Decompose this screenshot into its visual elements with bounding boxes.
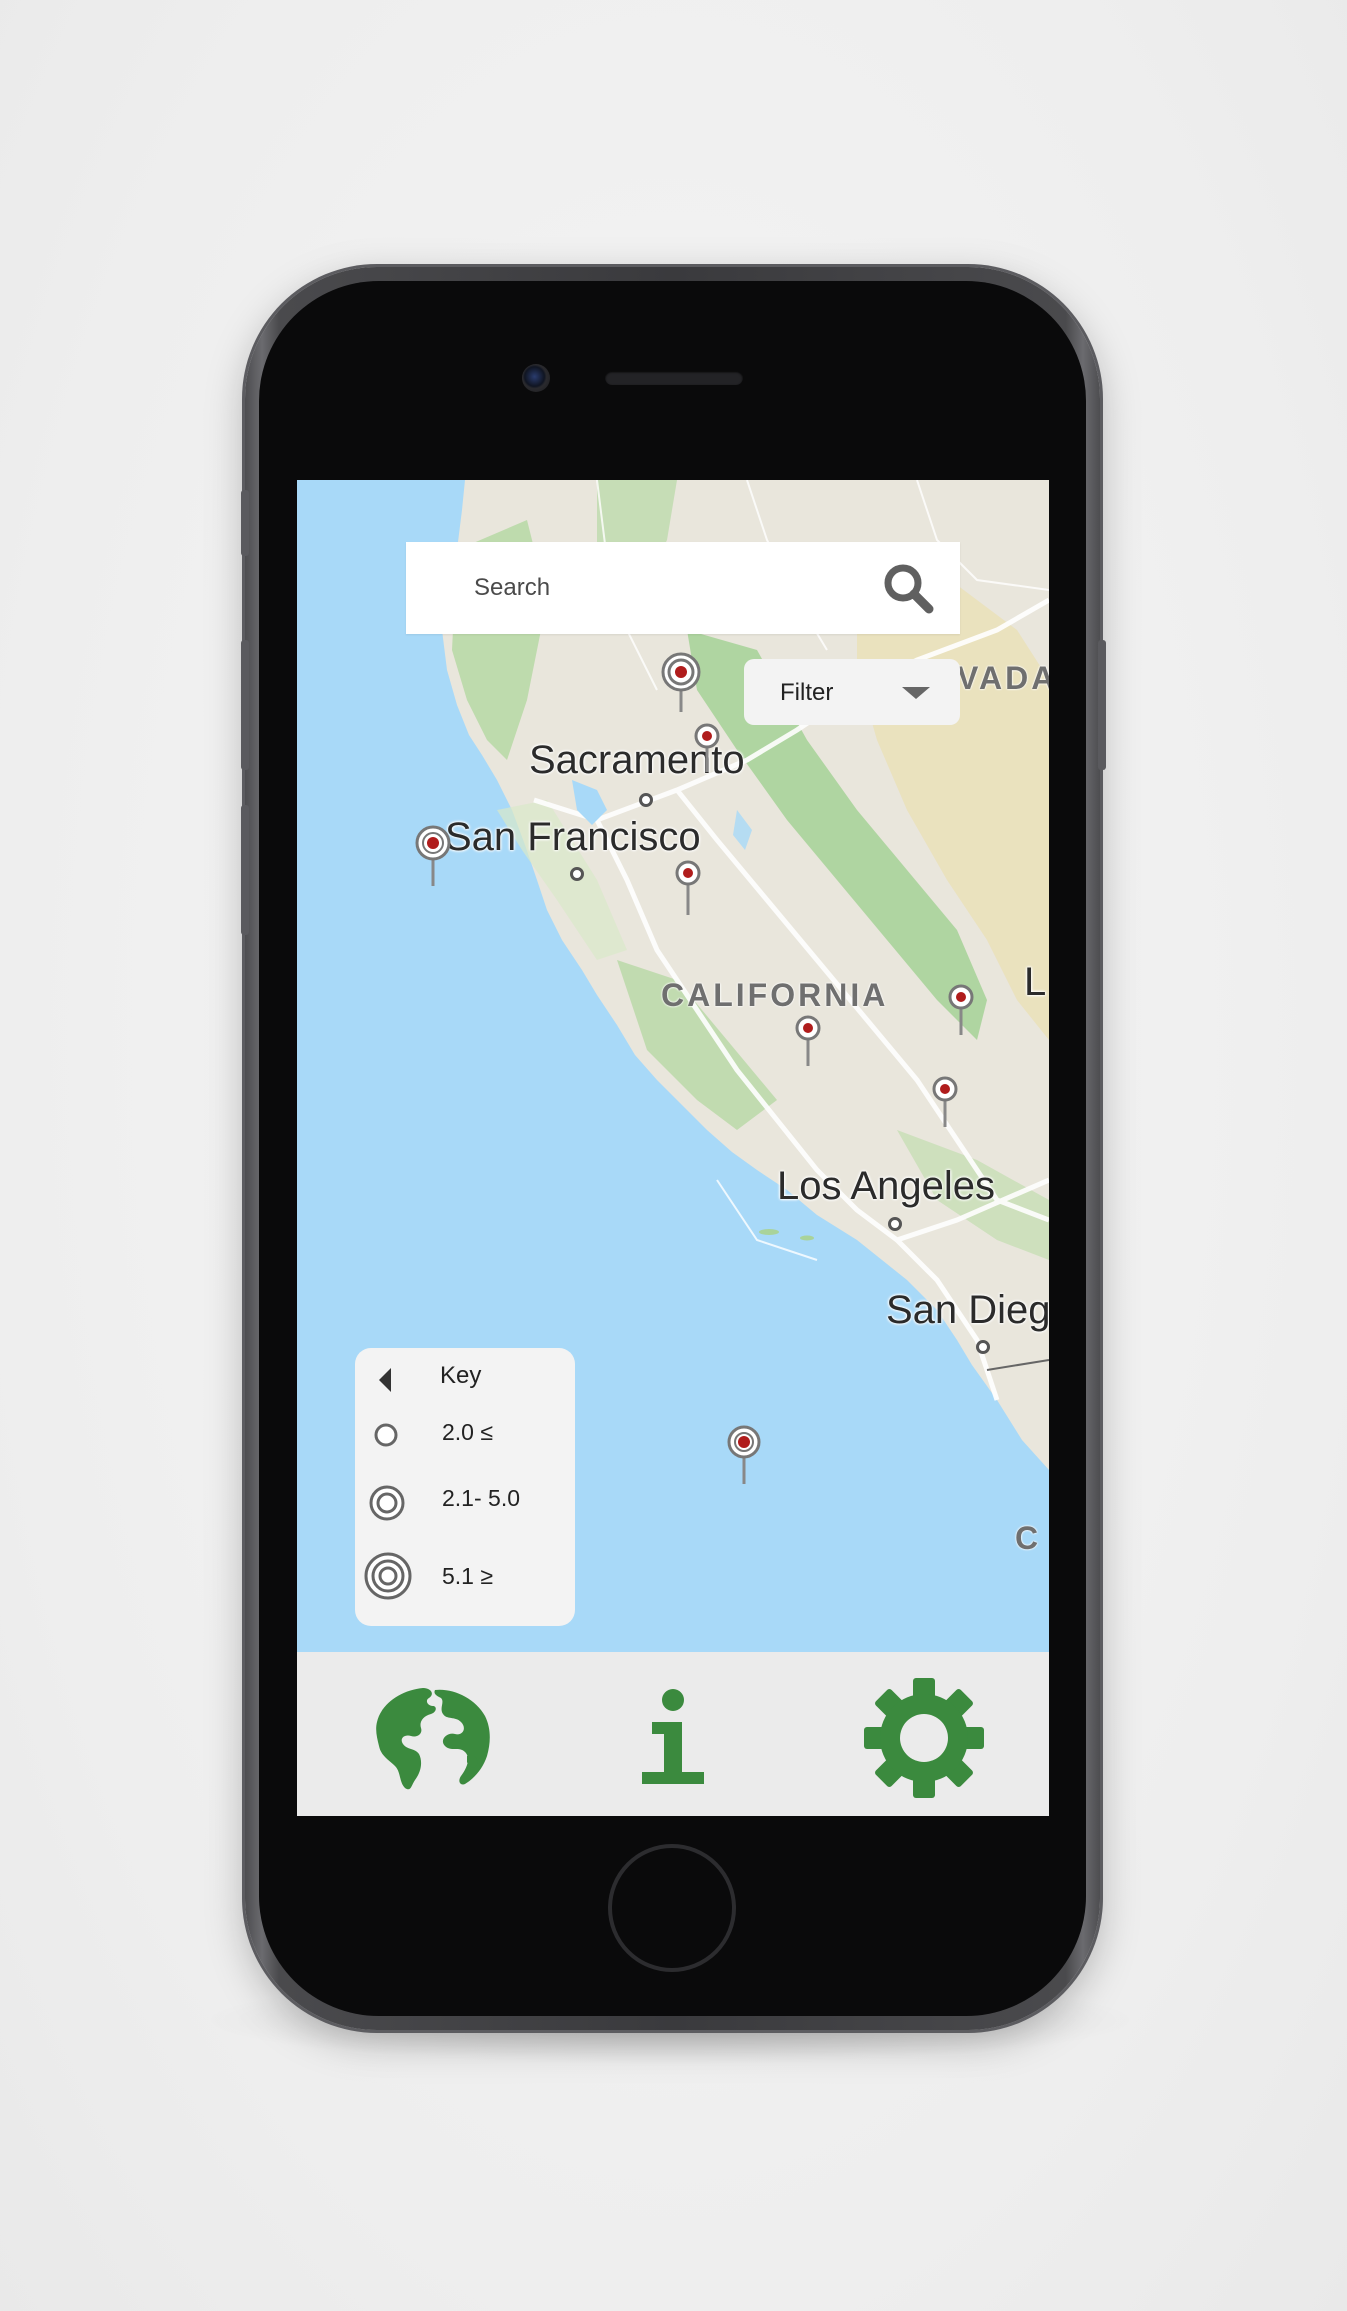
mute-switch — [241, 490, 249, 556]
quake-pin-medium[interactable] — [414, 824, 452, 890]
chevron-down-icon — [902, 687, 930, 699]
search-bar — [406, 542, 960, 634]
globe-icon — [376, 1688, 490, 1790]
map-label-san-diego: San Dieg — [886, 1288, 1049, 1332]
device-mockup-stage: VADA Sacramento San Francisco CALIFORNIA… — [0, 0, 1347, 2311]
large-ring-icon — [364, 1552, 412, 1600]
filter-label: Filter — [780, 679, 834, 706]
quake-pin-small[interactable] — [931, 1075, 959, 1131]
quake-pin-large[interactable] — [659, 650, 703, 716]
earpiece-speaker — [605, 371, 743, 385]
app-screen: VADA Sacramento San Francisco CALIFORNIA… — [297, 480, 1049, 1816]
info-icon — [642, 1689, 704, 1784]
city-marker-sacramento — [639, 793, 653, 807]
quake-pin-small[interactable] — [693, 722, 721, 776]
medium-ring-icon — [369, 1485, 405, 1521]
small-ring-icon — [374, 1423, 398, 1447]
volume-up-button — [241, 640, 249, 770]
quake-pin-small[interactable] — [794, 1014, 822, 1070]
key-title: Key — [440, 1362, 482, 1389]
city-marker-los-angeles — [888, 1217, 902, 1231]
map-label-edge-l: L — [1024, 960, 1047, 1004]
map-label-edge-ca: C — [1015, 1520, 1042, 1556]
quake-pin-small[interactable] — [947, 983, 975, 1039]
tab-info[interactable] — [608, 1682, 738, 1794]
volume-down-button — [241, 805, 249, 935]
map-label-nevada: VADA — [957, 660, 1049, 696]
power-button — [1098, 640, 1106, 770]
home-button[interactable] — [608, 1844, 736, 1972]
key-row-label: 2.1- 5.0 — [442, 1485, 520, 1511]
key-row-label: 5.1 ≥ — [442, 1563, 493, 1589]
tab-settings[interactable] — [859, 1678, 989, 1798]
map-label-los-angeles: Los Angeles — [777, 1164, 995, 1208]
quake-pin-small[interactable] — [674, 859, 702, 919]
gear-icon — [864, 1678, 984, 1798]
search-icon[interactable] — [882, 562, 934, 614]
map-label-san-francisco: San Francisco — [445, 815, 701, 859]
map-label-california: CALIFORNIA — [661, 977, 889, 1013]
front-camera — [522, 364, 550, 392]
key-row-label: 2.0 ≤ — [442, 1419, 493, 1445]
search-input[interactable] — [474, 566, 854, 610]
city-marker-san-diego — [976, 1340, 990, 1354]
collapse-key-icon[interactable] — [379, 1368, 391, 1392]
quake-pin-medium[interactable] — [726, 1424, 762, 1488]
bottom-tab-bar — [297, 1652, 1049, 1816]
map-key-panel: Key 2.0 ≤ 2.1- 5.0 5.1 ≥ — [355, 1348, 575, 1626]
tab-map[interactable] — [367, 1682, 497, 1794]
filter-dropdown[interactable]: Filter — [744, 659, 960, 725]
city-marker-san-francisco — [570, 867, 584, 881]
